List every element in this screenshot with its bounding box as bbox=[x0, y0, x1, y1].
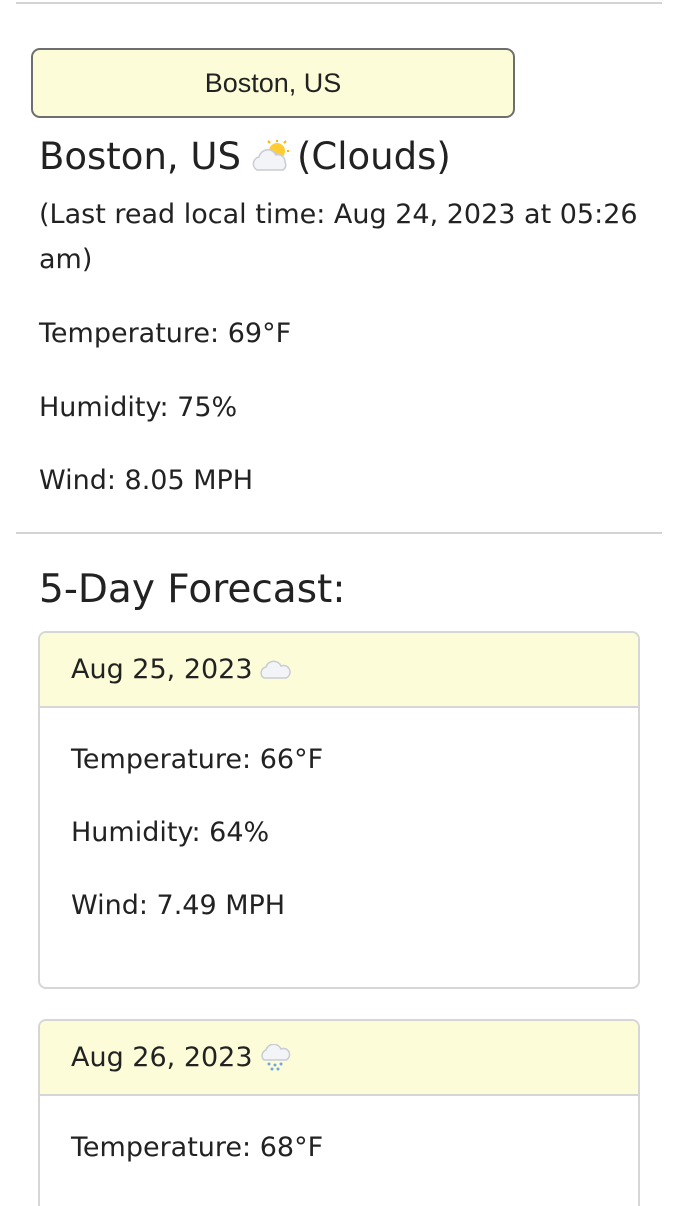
current-weather-section: Boston, US (Clouds) (Last read local tim… bbox=[39, 130, 659, 282]
current-humidity: Humidity: 75% bbox=[39, 392, 238, 423]
forecast-card-header: Aug 25, 2023 bbox=[40, 633, 638, 708]
forecast-date: Aug 26, 2023 bbox=[71, 1042, 253, 1073]
top-divider bbox=[16, 2, 662, 4]
forecast-date: Aug 25, 2023 bbox=[71, 654, 253, 685]
search-history-city-button[interactable]: Boston, US bbox=[31, 48, 515, 118]
forecast-humidity: Humidity: 64% bbox=[71, 817, 270, 848]
forecast-temperature: Temperature: 66°F bbox=[71, 744, 324, 775]
current-condition: (Clouds) bbox=[296, 135, 451, 178]
cloud-sun-icon bbox=[252, 140, 289, 171]
section-divider bbox=[16, 532, 662, 534]
forecast-temperature: Temperature: 68°F bbox=[71, 1132, 324, 1163]
rain-cloud-icon bbox=[260, 1043, 290, 1070]
forecast-wind: Wind: 7.49 MPH bbox=[71, 890, 286, 921]
forecast-card: Aug 25, 2023 Temperature: 66°F Humidity:… bbox=[38, 631, 640, 989]
cloud-icon bbox=[259, 660, 291, 679]
forecast-card: Aug 26, 2023 Temperature: 68°F bbox=[38, 1019, 640, 1206]
weather-page: Boston, US Boston, US (Clouds) (Last rea… bbox=[0, 0, 676, 1206]
forecast-heading: 5-Day Forecast: bbox=[39, 567, 346, 612]
last-read-time: (Last read local time: Aug 24, 2023 at 0… bbox=[39, 199, 638, 275]
current-temperature: Temperature: 69°F bbox=[39, 318, 292, 349]
forecast-card-header: Aug 26, 2023 bbox=[40, 1021, 638, 1096]
current-city-name: Boston, US bbox=[39, 135, 241, 178]
current-wind: Wind: 8.05 MPH bbox=[39, 465, 254, 496]
current-weather-title: Boston, US (Clouds) bbox=[39, 130, 659, 184]
